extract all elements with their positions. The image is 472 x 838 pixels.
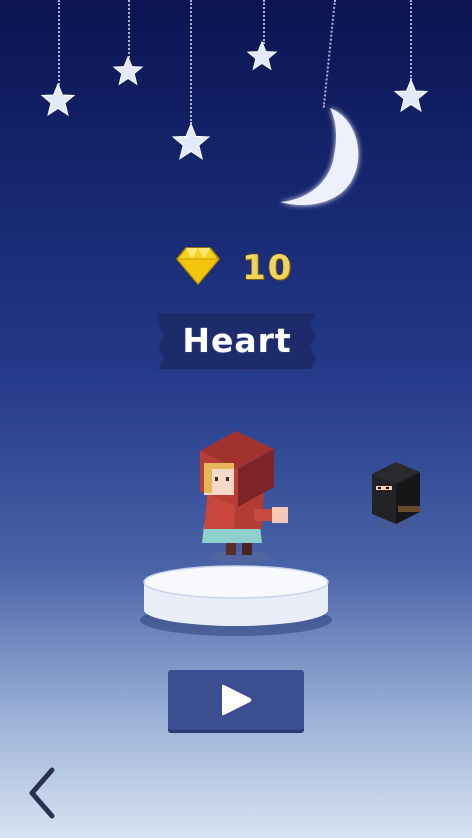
next-character-preview[interactable] <box>366 460 426 530</box>
play-icon <box>222 684 252 716</box>
gem-count: 10 <box>242 248 294 288</box>
gem-counter: 10 <box>172 244 302 290</box>
star-icon <box>246 40 278 71</box>
game-scene: 10 Heart <box>0 0 472 838</box>
diamond-icon <box>176 247 220 286</box>
star-string <box>410 0 413 80</box>
back-button[interactable] <box>22 764 66 822</box>
star-string <box>58 0 61 88</box>
star-icon <box>40 82 76 117</box>
star-icon <box>393 78 429 113</box>
star-icon <box>112 55 144 86</box>
star-string <box>263 0 266 44</box>
moon-icon <box>280 108 359 206</box>
character-pedestal <box>140 565 332 636</box>
play-button[interactable] <box>168 670 304 730</box>
star-string <box>190 0 193 124</box>
chevron-left-icon <box>29 767 55 819</box>
moon-string <box>322 0 337 108</box>
selected-character <box>200 431 288 563</box>
star-string <box>128 0 131 58</box>
star-icon <box>171 122 211 160</box>
character-name: Heart <box>182 321 292 360</box>
